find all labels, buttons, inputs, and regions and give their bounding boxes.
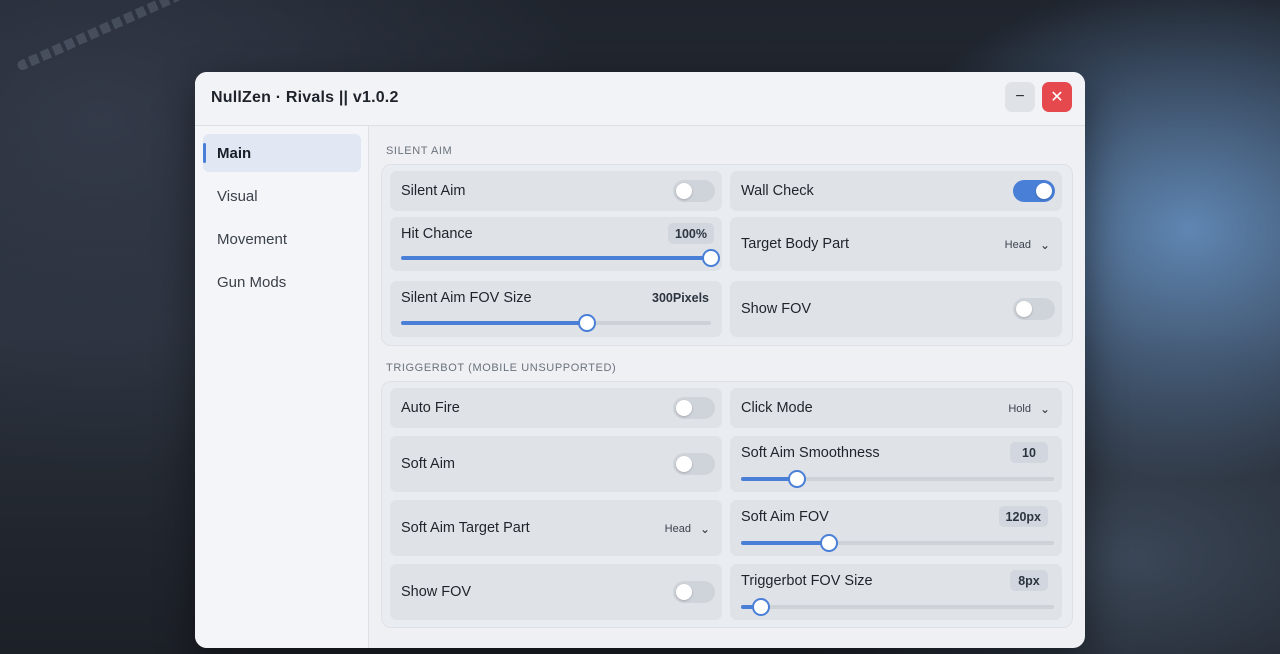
silent-aim-toggle[interactable] — [673, 180, 715, 202]
slider-fill — [741, 541, 829, 545]
sidebar-item-label: Visual — [217, 188, 258, 205]
toggle-knob — [676, 400, 692, 416]
main-content: SILENT AIM Silent Aim Wall Check Hit Cha… — [369, 126, 1085, 648]
app-window: NullZen · Rivals || v1.0.2 − ✕ Main Visu… — [195, 72, 1085, 648]
target-body-part-card: Target Body Part Head ⌄ — [730, 217, 1062, 271]
silent-aim-fov-size-label: Silent Aim FOV Size — [401, 290, 532, 306]
chevron-down-icon: ⌄ — [1039, 402, 1050, 416]
section-label-triggerbot: TRIGGERBOT (MOBILE UNSUPPORTED) — [386, 362, 617, 374]
dropdown-value: Head — [664, 523, 691, 535]
window-title: NullZen · Rivals || v1.0.2 — [211, 89, 399, 106]
triggerbot-fov-size-value: 8px — [1010, 570, 1048, 591]
show-fov-label: Show FOV — [401, 584, 472, 600]
soft-aim-toggle[interactable] — [673, 453, 715, 475]
sidebar-item-main[interactable]: Main — [203, 134, 361, 172]
minimize-button[interactable]: − — [1005, 82, 1035, 112]
target-body-part-label: Target Body Part — [741, 236, 849, 252]
toggle-knob — [1016, 301, 1032, 317]
target-body-part-dropdown[interactable]: Head ⌄ — [1005, 238, 1050, 252]
dropdown-value: Head — [1004, 239, 1031, 251]
show-fov-label: Show FOV — [741, 301, 812, 317]
title-bar: NullZen · Rivals || v1.0.2 − ✕ — [195, 72, 1085, 126]
sidebar-item-label: Gun Mods — [217, 274, 287, 291]
soft-aim-label: Soft Aim — [401, 456, 455, 472]
soft-aim-smoothness-slider[interactable] — [741, 470, 1054, 488]
chevron-down-icon: ⌄ — [699, 522, 710, 536]
hit-chance-card: Hit Chance 100% — [390, 217, 722, 271]
show-fov-toggle[interactable] — [1013, 298, 1055, 320]
soft-aim-fov-card: Soft Aim FOV 120px — [730, 500, 1062, 556]
slider-thumb[interactable] — [819, 534, 838, 552]
soft-aim-target-part-label: Soft Aim Target Part — [401, 520, 530, 536]
slider-thumb[interactable] — [752, 598, 771, 616]
wall-check-card: Wall Check — [730, 171, 1062, 211]
silent-aim-fov-size-value: 300Pixels — [652, 290, 709, 305]
toggle-knob — [676, 584, 692, 600]
auto-fire-label: Auto Fire — [401, 400, 460, 416]
soft-aim-fov-value: 120px — [998, 506, 1048, 527]
slider-thumb[interactable] — [788, 470, 807, 488]
silent-aim-fov-size-slider[interactable] — [401, 314, 711, 332]
soft-aim-target-part-card: Soft Aim Target Part Head ⌄ — [390, 500, 722, 556]
soft-aim-fov-slider[interactable] — [741, 534, 1054, 552]
hit-chance-label: Hit Chance — [401, 226, 473, 242]
close-icon: ✕ — [1050, 89, 1064, 106]
toggle-knob — [1036, 183, 1052, 199]
wall-check-label: Wall Check — [741, 183, 814, 199]
soft-aim-target-part-dropdown[interactable]: Head ⌄ — [665, 522, 710, 536]
toggle-knob — [676, 456, 692, 472]
hit-chance-slider[interactable] — [401, 249, 720, 267]
triggerbot-group: Auto Fire Click Mode Hold ⌄ Soft Aim Sof… — [381, 381, 1073, 628]
slider-fill — [401, 256, 711, 260]
sidebar-item-movement[interactable]: Movement — [203, 220, 361, 258]
silent-aim-label: Silent Aim — [401, 183, 466, 199]
triggerbot-fov-size-slider[interactable] — [741, 598, 1054, 616]
slider-fill — [401, 321, 587, 325]
triggerbot-fov-size-card: Triggerbot FOV Size 8px — [730, 564, 1062, 620]
silent-aim-group: Silent Aim Wall Check Hit Chance 100% Ta… — [381, 164, 1073, 346]
auto-fire-card: Auto Fire — [390, 388, 722, 428]
background-watermark — [15, 0, 185, 72]
sidebar-item-label: Movement — [217, 231, 288, 248]
soft-aim-smoothness-label: Soft Aim Smoothness — [741, 445, 880, 461]
auto-fire-toggle[interactable] — [673, 397, 715, 419]
triggerbot-fov-size-label: Triggerbot FOV Size — [741, 573, 873, 589]
toggle-knob — [676, 183, 692, 199]
show-fov-card: Show FOV — [390, 564, 722, 620]
soft-aim-smoothness-value: 10 — [1010, 442, 1048, 463]
hit-chance-value: 100% — [668, 223, 714, 244]
click-mode-dropdown[interactable]: Hold ⌄ — [1008, 402, 1050, 416]
minimize-icon: − — [1015, 88, 1025, 105]
wall-check-toggle[interactable] — [1013, 180, 1055, 202]
soft-aim-card: Soft Aim — [390, 436, 722, 492]
sidebar-item-label: Main — [217, 145, 252, 162]
dropdown-value: Hold — [1008, 403, 1031, 415]
section-label-silent-aim: SILENT AIM — [386, 145, 453, 157]
click-mode-label: Click Mode — [741, 400, 813, 416]
silent-aim-fov-size-card: Silent Aim FOV Size 300Pixels — [390, 281, 722, 337]
slider-thumb[interactable] — [578, 314, 596, 332]
soft-aim-smoothness-card: Soft Aim Smoothness 10 — [730, 436, 1062, 492]
click-mode-card: Click Mode Hold ⌄ — [730, 388, 1062, 428]
show-fov-card: Show FOV — [730, 281, 1062, 337]
sidebar-item-gun-mods[interactable]: Gun Mods — [203, 263, 361, 301]
soft-aim-fov-label: Soft Aim FOV — [741, 509, 829, 525]
sidebar-item-visual[interactable]: Visual — [203, 177, 361, 215]
silent-aim-card: Silent Aim — [390, 171, 722, 211]
sidebar: Main Visual Movement Gun Mods — [195, 126, 369, 648]
show-fov-toggle[interactable] — [673, 581, 715, 603]
close-button[interactable]: ✕ — [1042, 82, 1072, 112]
slider-thumb[interactable] — [702, 249, 720, 267]
chevron-down-icon: ⌄ — [1039, 238, 1050, 252]
